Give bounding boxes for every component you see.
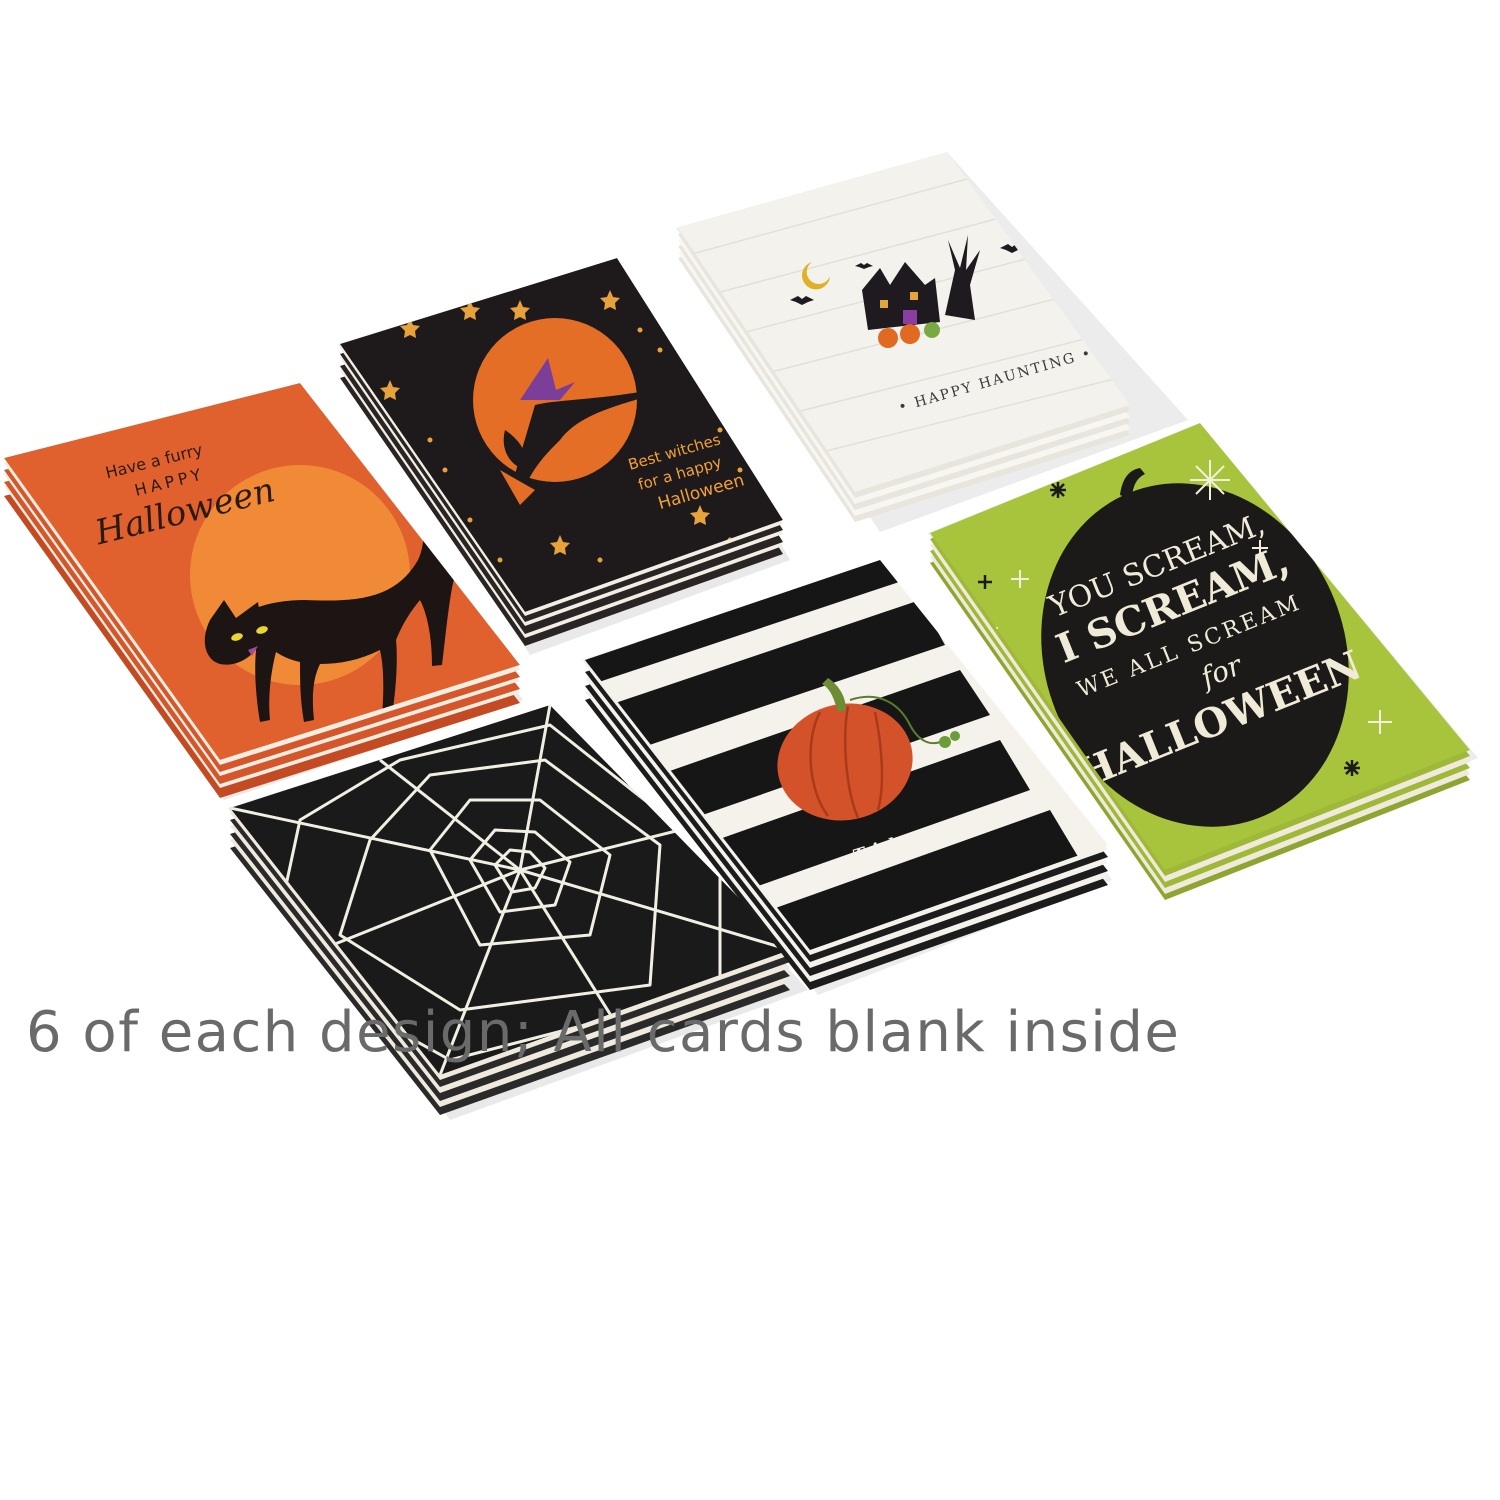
- product-caption: 6 of each design; All cards blank inside: [26, 1000, 1181, 1065]
- product-photo: Have a furry HAPPY Halloween Best witche…: [4, 152, 1478, 1120]
